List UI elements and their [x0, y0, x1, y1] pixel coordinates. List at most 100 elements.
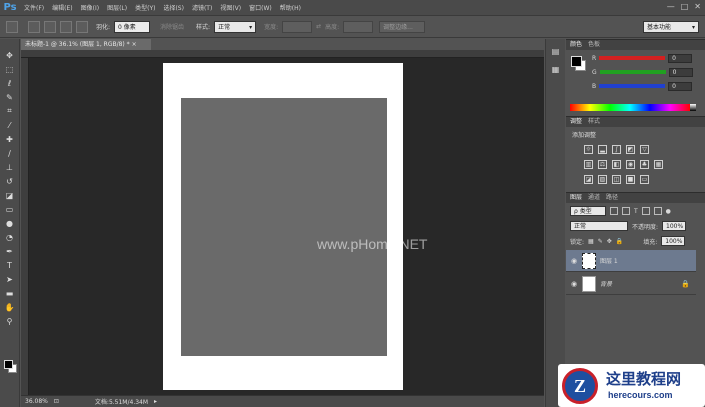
- history-panel-icon[interactable]: ▤: [550, 45, 562, 57]
- type-filter-icon[interactable]: T: [634, 208, 638, 215]
- shape-tool-icon[interactable]: ▬: [3, 287, 17, 299]
- lock-all-icon[interactable]: 🔒: [616, 238, 623, 245]
- properties-panel-icon[interactable]: ▦: [550, 63, 562, 75]
- green-slider[interactable]: [599, 70, 666, 74]
- red-value-input[interactable]: 0: [668, 53, 693, 63]
- lasso-tool-icon[interactable]: ℓ: [3, 77, 17, 89]
- close-button[interactable]: ✕: [694, 2, 701, 11]
- color-balance-icon[interactable]: ⚖: [598, 160, 607, 169]
- menu-file[interactable]: 文件(F): [20, 3, 48, 12]
- lock-transparency-icon[interactable]: ▦: [588, 238, 594, 245]
- chevron-right-icon[interactable]: ▸: [154, 398, 157, 405]
- menu-layer[interactable]: 图层(L): [103, 3, 131, 12]
- eyedropper-tool-icon[interactable]: ⁄: [3, 119, 17, 131]
- layer-row-1[interactable]: ◉ 图层 1: [566, 250, 696, 272]
- vibrance-icon[interactable]: ▽: [640, 145, 649, 154]
- vertical-ruler[interactable]: [21, 58, 29, 395]
- adjustment-filter-icon[interactable]: [622, 207, 630, 215]
- lock-position-icon[interactable]: ✥: [607, 238, 612, 245]
- fill-input[interactable]: 100%: [661, 236, 686, 246]
- zoom-level[interactable]: 36.08%: [25, 398, 48, 405]
- red-slider[interactable]: [599, 56, 666, 60]
- menu-help[interactable]: 帮助(H): [276, 3, 305, 12]
- menu-view[interactable]: 视图(V): [216, 3, 245, 12]
- gradient-map-icon[interactable]: ▭: [640, 175, 649, 184]
- quick-select-tool-icon[interactable]: ✎: [3, 91, 17, 103]
- height-input[interactable]: [343, 20, 374, 33]
- hue-saturation-icon[interactable]: ▥: [584, 160, 593, 169]
- shape-filter-icon[interactable]: [641, 207, 650, 215]
- tab-color[interactable]: 颜色: [570, 40, 582, 50]
- green-value-input[interactable]: 0: [668, 67, 693, 77]
- pixel-filter-icon[interactable]: [610, 207, 618, 215]
- maximize-button[interactable]: □: [681, 2, 689, 11]
- move-tool-icon[interactable]: ✥: [3, 49, 17, 61]
- workspace-select[interactable]: 基本功能 ▾: [643, 21, 699, 33]
- layer-row-background[interactable]: ◉ 背景 🔒: [566, 273, 696, 295]
- color-spectrum-bw[interactable]: [690, 104, 696, 111]
- minimize-button[interactable]: —: [667, 2, 675, 11]
- menu-edit[interactable]: 编辑(E): [48, 3, 76, 12]
- close-icon[interactable]: ×: [132, 41, 137, 48]
- channel-mixer-icon[interactable]: ♣: [640, 160, 649, 169]
- eye-icon[interactable]: ◉: [570, 257, 578, 265]
- feather-input[interactable]: 0 像素: [114, 20, 151, 33]
- blend-mode-select[interactable]: 正常: [570, 221, 628, 231]
- exposure-icon[interactable]: ◩: [626, 145, 635, 154]
- antialias-checkbox[interactable]: 消除锯齿: [160, 22, 184, 31]
- intersect-selection-icon[interactable]: [76, 20, 88, 33]
- menu-image[interactable]: 图像(I): [77, 3, 103, 12]
- marquee-preset-icon[interactable]: [6, 20, 18, 33]
- document-area[interactable]: www.pHome.NET: [21, 50, 544, 395]
- menu-window[interactable]: 窗口(W): [245, 3, 276, 12]
- tab-channels[interactable]: 通道: [588, 193, 600, 203]
- width-input[interactable]: [282, 20, 313, 33]
- horizontal-ruler[interactable]: [21, 50, 544, 58]
- blue-value-input[interactable]: 0: [668, 81, 693, 91]
- brightness-icon[interactable]: ☼: [584, 145, 593, 154]
- kind-filter-select[interactable]: ρ 类型: [570, 206, 606, 216]
- color-spectrum[interactable]: [570, 104, 690, 111]
- add-selection-icon[interactable]: [44, 20, 56, 33]
- dodge-tool-icon[interactable]: ◔: [3, 231, 17, 243]
- history-brush-tool-icon[interactable]: ↺: [3, 175, 17, 187]
- document-tab[interactable]: 未标题-1 @ 36.1% (图层 1, RGB/8) * ×: [21, 39, 151, 50]
- color-lookup-icon[interactable]: ▦: [654, 160, 663, 169]
- filter-toggle-icon[interactable]: ●: [666, 208, 671, 215]
- blue-slider[interactable]: [599, 84, 666, 88]
- levels-icon[interactable]: ▂: [598, 145, 607, 154]
- gradient-tool-icon[interactable]: ▭: [3, 203, 17, 215]
- pen-tool-icon[interactable]: ✒: [3, 245, 17, 257]
- zoom-tool-icon[interactable]: ⚲: [3, 315, 17, 327]
- tab-layers[interactable]: 图层: [570, 193, 582, 203]
- menu-type[interactable]: 类型(Y): [131, 3, 159, 12]
- tab-swatches[interactable]: 色板: [588, 40, 600, 50]
- curves-icon[interactable]: ∫: [612, 145, 621, 154]
- selective-color-icon[interactable]: ■: [626, 175, 635, 184]
- new-selection-icon[interactable]: [28, 20, 40, 33]
- tab-adjustments[interactable]: 调整: [570, 117, 582, 127]
- threshold-icon[interactable]: ◫: [612, 175, 621, 184]
- posterize-icon[interactable]: ▨: [598, 175, 607, 184]
- foreground-color-chip[interactable]: [571, 56, 582, 67]
- path-select-tool-icon[interactable]: ➤: [3, 273, 17, 285]
- style-select[interactable]: 正常 ▾: [214, 20, 257, 33]
- stamp-tool-icon[interactable]: ⊥: [3, 161, 17, 173]
- tab-paths[interactable]: 路径: [606, 193, 618, 203]
- photo-filter-icon[interactable]: ◉: [626, 160, 635, 169]
- blur-tool-icon[interactable]: ●: [3, 217, 17, 229]
- crop-tool-icon[interactable]: ⌗: [3, 105, 17, 117]
- invert-icon[interactable]: ◪: [584, 175, 593, 184]
- eraser-tool-icon[interactable]: ◪: [3, 189, 17, 201]
- refine-edge-button[interactable]: 调整边缘...: [379, 20, 426, 33]
- smart-filter-icon[interactable]: [653, 207, 662, 215]
- foreground-color-swatch[interactable]: [4, 360, 13, 369]
- opacity-input[interactable]: 100%: [662, 221, 687, 231]
- type-tool-icon[interactable]: T: [3, 259, 17, 271]
- subtract-selection-icon[interactable]: [60, 20, 72, 33]
- black-white-icon[interactable]: ◧: [612, 160, 621, 169]
- menu-select[interactable]: 选择(S): [159, 3, 188, 12]
- marquee-tool-icon[interactable]: ⬚: [3, 63, 17, 75]
- swap-icon[interactable]: ⇄: [316, 23, 321, 30]
- hand-tool-icon[interactable]: ✋: [3, 301, 17, 313]
